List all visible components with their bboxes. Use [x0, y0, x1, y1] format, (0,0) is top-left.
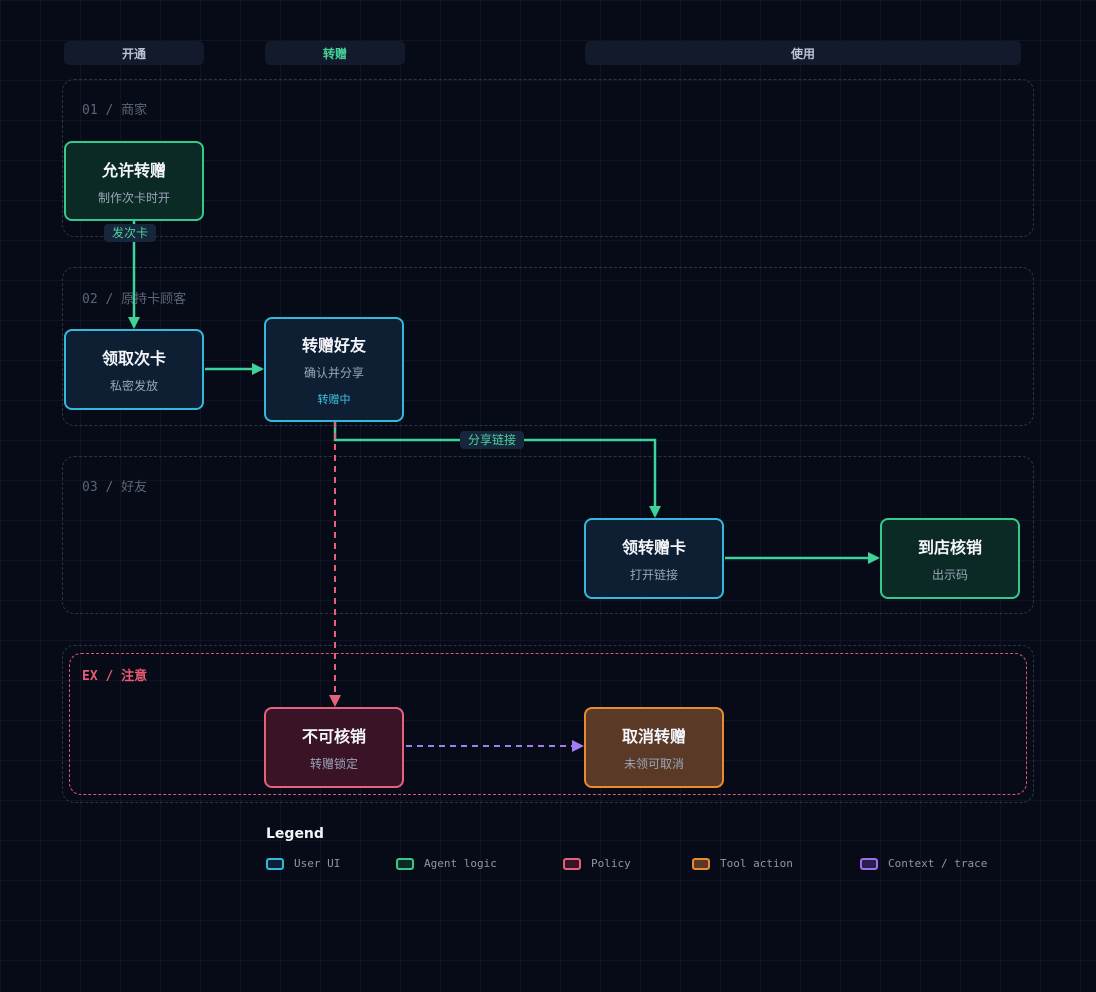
edge-label-issue-card: 发次卡 — [104, 224, 157, 242]
node-subtitle: 打开链接 — [629, 568, 678, 582]
edge-label-share-link: 分享链接 — [460, 431, 525, 449]
legend-swatch-policy — [563, 857, 581, 870]
node-title: 到店核销 — [917, 538, 982, 557]
legend-swatch-agent-logic — [396, 857, 414, 870]
node-title: 允许转赠 — [101, 160, 166, 180]
node-title: 不可核销 — [301, 727, 366, 746]
legend-item-context-trace: Context / trace — [860, 857, 987, 870]
legend-item-policy: Policy — [563, 857, 631, 870]
legend-swatch-user-ui — [266, 857, 284, 870]
legend-item-agent-logic: Agent logic — [396, 857, 497, 870]
legend-item-user-ui: User UI — [266, 857, 340, 870]
legend-swatch-context-trace — [860, 857, 878, 870]
legend-label: User UI — [294, 857, 341, 870]
node-subtitle: 未领可取消 — [623, 757, 684, 771]
node-subtitle: 私密发放 — [109, 379, 158, 393]
node-gift-friend[interactable]: 转赠好友 确认并分享 转赠中 — [264, 317, 404, 422]
legend-label: Policy — [591, 857, 631, 870]
legend-title: Legend — [266, 826, 324, 842]
node-subtitle: 制作次卡时开 — [97, 190, 170, 205]
legend-label: Context / trace — [888, 857, 988, 870]
node-cancel-transfer[interactable]: 取消转赠 未领可取消 — [584, 707, 724, 788]
node-subtitle: 出示码 — [931, 568, 968, 582]
legend-swatch-tool-action — [692, 857, 710, 870]
legend-item-tool-action: Tool action — [692, 857, 793, 870]
legend-label: Agent logic — [424, 857, 497, 870]
status-badge: 转赠中 — [317, 393, 351, 406]
node-title: 领取次卡 — [101, 349, 166, 368]
node-redeem-in-store[interactable]: 到店核销 出示码 — [880, 518, 1020, 599]
node-title: 领转赠卡 — [621, 538, 686, 557]
node-allow-transfer[interactable]: 允许转赠 制作次卡时开 — [64, 141, 204, 221]
node-subtitle: 确认并分享 — [303, 366, 364, 380]
node-cannot-redeem[interactable]: 不可核销 转赠锁定 — [264, 707, 404, 788]
legend-label: Tool action — [720, 857, 793, 870]
node-receive-card[interactable]: 领取次卡 私密发放 — [64, 329, 204, 410]
node-claim-gift-card[interactable]: 领转赠卡 打开链接 — [584, 518, 724, 599]
node-title: 取消转赠 — [621, 727, 686, 746]
node-title: 转赠好友 — [301, 336, 366, 355]
node-subtitle: 转赠锁定 — [309, 757, 358, 771]
